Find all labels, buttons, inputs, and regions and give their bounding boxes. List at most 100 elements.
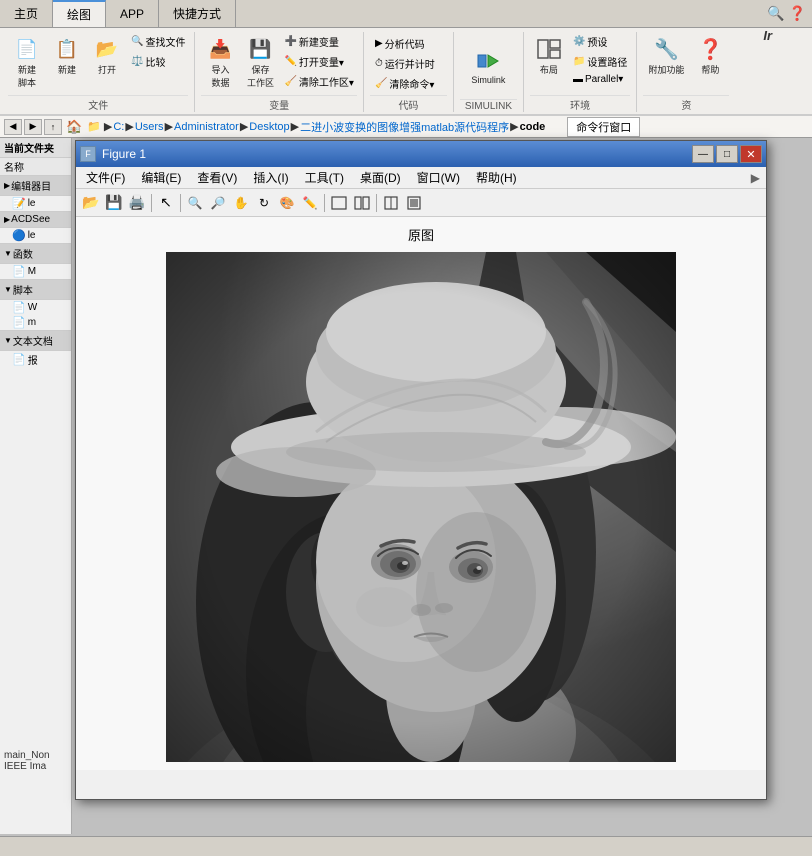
sidebar-item-function-1[interactable]: 📄 M	[0, 264, 71, 279]
path-project[interactable]: 二进小波变换的图像增强matlab源代码程序	[300, 119, 509, 135]
image-display	[166, 252, 676, 762]
file-group-label: 文件	[8, 95, 188, 112]
tab-zhuyemian[interactable]: 主页	[0, 0, 53, 27]
menu-window[interactable]: 窗口(W)	[409, 167, 468, 188]
fig-layout2-btn[interactable]	[351, 192, 373, 214]
layout-btn[interactable]: 布局	[530, 32, 568, 79]
fig-link-btn[interactable]	[403, 192, 425, 214]
find-files-btn[interactable]: 🔍 查找文件	[128, 32, 188, 51]
fig-colormap-btn[interactable]: ✏️	[299, 192, 321, 214]
sidebar-item-script-2[interactable]: 📄 m	[0, 315, 71, 330]
function-file-icon: 📄	[12, 265, 26, 278]
figure-toolbar: 📂 💾 🖨️ ↖ 🔍 🔎 ✋ ↻ 🎨 ✏️	[76, 189, 766, 217]
ir-label: Ir	[763, 28, 772, 43]
set-path-btn[interactable]: 📁 设置路径	[570, 52, 630, 71]
fig-open-btn[interactable]: 📂	[80, 192, 102, 214]
layout-group-label: 环境	[530, 95, 630, 112]
current-folder-label: 当前文件夹	[0, 138, 71, 158]
variable-group-label: 变量	[201, 95, 356, 112]
fig-tool-sep4	[376, 194, 377, 212]
nav-forward-btn[interactable]: ▶	[24, 119, 42, 135]
search-icon[interactable]: 🔍	[767, 5, 784, 22]
tab-app[interactable]: APP	[106, 0, 159, 27]
fig-zoom-in-btn[interactable]: 🔍	[184, 192, 206, 214]
tab-kuaijie[interactable]: 快捷方式	[159, 0, 236, 27]
run-timed-btn[interactable]: ⏱ 运行并计时	[370, 54, 447, 73]
addons-btn[interactable]: 🔧 附加功能	[643, 32, 689, 79]
fig-layout1-btn[interactable]	[328, 192, 350, 214]
minimize-btn[interactable]: —	[692, 145, 714, 163]
open-variable-btn[interactable]: ✏️ 打开变量▾	[281, 52, 356, 71]
simulink-btn[interactable]: Simulink	[466, 44, 510, 88]
parallel-btn[interactable]: ▬ Parallel▾	[570, 72, 630, 87]
fig-pan-btn[interactable]: ✋	[230, 192, 252, 214]
analyze-code-btn[interactable]: ▶ 分析代码	[370, 34, 447, 53]
sidebar-item-editor-1[interactable]: 📝 le	[0, 196, 71, 211]
menu-view[interactable]: 查看(V)	[189, 167, 245, 188]
plot-title: 原图	[408, 225, 434, 244]
sidebar-header-textdoc[interactable]: ▼ 文本文档	[0, 330, 71, 351]
parallel-icon: ▬	[573, 74, 583, 85]
sidebar-header-editor[interactable]: ▶ 编辑器目	[0, 176, 71, 196]
fig-datapoint-btn[interactable]: 🎨	[276, 192, 298, 214]
sidebar-section-acdsee: ▶ ACDSee 🔵 le	[0, 211, 71, 243]
path-desktop[interactable]: Desktop	[249, 121, 289, 133]
help-icon[interactable]: ❓	[789, 5, 806, 22]
sidebar-header-functions[interactable]: ▼ 函数	[0, 243, 71, 264]
menu-tools[interactable]: 工具(T)	[297, 167, 352, 188]
menu-help[interactable]: 帮助(H)	[468, 167, 525, 188]
clear-ws-icon: 🧹	[284, 76, 296, 87]
help-btn[interactable]: ❓ 帮助	[691, 32, 729, 79]
maximize-btn[interactable]: □	[716, 145, 738, 163]
fig-tool-sep2	[180, 194, 181, 212]
menu-desktop[interactable]: 桌面(D)	[352, 167, 409, 188]
new-btn[interactable]: 📋 新建	[48, 32, 86, 79]
find-files-icon: 🔍	[131, 36, 143, 47]
nav-back-btn[interactable]: ◀	[4, 119, 22, 135]
import-icon: 📥	[206, 35, 234, 63]
open-btn[interactable]: 📂 打开	[88, 32, 126, 79]
clear-workspace-btn[interactable]: 🧹 清除工作区▾	[281, 72, 356, 91]
new-variable-btn[interactable]: ➕ 新建变量	[281, 32, 356, 51]
path-users[interactable]: Users	[135, 121, 164, 133]
figure-1-window: F Figure 1 — □ ✕ 文件(F) 编辑(E) 查看(V) 插入(I)…	[75, 140, 767, 800]
resources-group-label: 资	[643, 95, 729, 112]
path-admin[interactable]: Administrator	[174, 121, 239, 133]
fig-print-btn[interactable]: 🖨️	[126, 192, 148, 214]
textdoc-icon: 📄	[12, 353, 26, 366]
fig-rotate-btn[interactable]: ↻	[253, 192, 275, 214]
breadcrumb-path: ▶ C: ▶ Users ▶ Administrator ▶ Desktop ▶…	[104, 119, 545, 135]
sidebar-header-acdsee[interactable]: ▶ ACDSee	[0, 211, 71, 228]
ribbon-group-layout: 布局 ⚙️ 预设 📁 设置路径 ▬ Parallel▾	[524, 32, 637, 112]
fig-brush-btn[interactable]	[380, 192, 402, 214]
nav-up-btn[interactable]: ↑	[44, 119, 62, 135]
path-c[interactable]: C:	[113, 121, 124, 133]
editor-file-icon: 📝	[12, 197, 26, 210]
close-btn[interactable]: ✕	[740, 145, 762, 163]
left-sidebar: 当前文件夹 名称 ▶ 编辑器目 📝 le ▶ ACDSee	[0, 138, 72, 834]
new-script-btn[interactable]: 📄 新建 脚本	[8, 32, 46, 92]
fig-zoom-out-btn[interactable]: 🔎	[207, 192, 229, 214]
sidebar-item-textdoc-1[interactable]: 📄 报	[0, 351, 71, 368]
fig-select-btn[interactable]: ↖	[155, 192, 177, 214]
ribbon-toolbar: 📄 新建 脚本 📋 新建 📂 打开 🔍 查找文件	[0, 28, 812, 116]
fig-save-btn[interactable]: 💾	[103, 192, 125, 214]
sidebar-item-script-1[interactable]: 📄 W	[0, 300, 71, 315]
sidebar-item-acdsee-1[interactable]: 🔵 le	[0, 228, 71, 243]
new-var-icon: ➕	[284, 36, 296, 47]
path-code[interactable]: code	[520, 121, 546, 133]
sidebar-section-functions: ▼ 函数 📄 M	[0, 243, 71, 279]
save-workspace-btn[interactable]: 💾 保存 工作区	[241, 32, 279, 92]
clear-commands-btn[interactable]: 🧹 清除命令▾	[370, 74, 447, 93]
code-group-label: 代码	[370, 95, 447, 112]
compare-btn[interactable]: ⚖️ 比较	[128, 52, 188, 71]
tab-huitu[interactable]: 绘图	[53, 0, 106, 27]
acdsee-icon: 🔵	[12, 229, 26, 242]
import-data-btn[interactable]: 📥 导入 数据	[201, 32, 239, 92]
menu-edit[interactable]: 编辑(E)	[133, 167, 189, 188]
sidebar-header-script[interactable]: ▼ 脚本	[0, 279, 71, 300]
new-script-icon: 📄	[13, 35, 41, 63]
menu-file[interactable]: 文件(F)	[78, 167, 133, 188]
menu-insert[interactable]: 插入(I)	[245, 167, 296, 188]
preset-btn[interactable]: ⚙️ 预设	[570, 32, 630, 51]
